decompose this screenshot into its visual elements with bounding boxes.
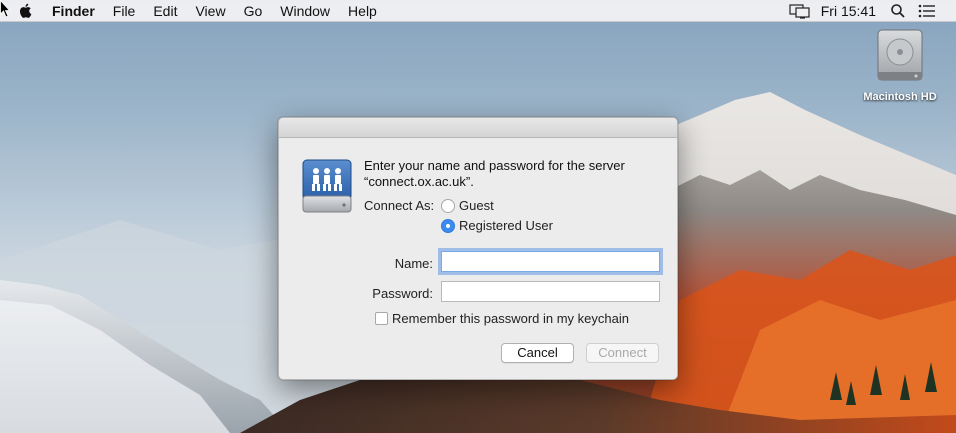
dialog-prompt: Enter your name and password for the ser… — [364, 158, 664, 190]
remember-checkbox-box[interactable] — [375, 312, 388, 325]
desktop-icon-macintosh-hd[interactable]: Macintosh HD — [860, 28, 940, 103]
notification-center-icon[interactable] — [918, 4, 936, 18]
radio-guest-label: Guest — [459, 198, 494, 213]
server-login-dialog: Enter your name and password for the ser… — [278, 117, 678, 380]
menu-go[interactable]: Go — [244, 0, 263, 22]
remember-checkbox-label: Remember this password in my keychain — [392, 311, 629, 326]
menu-view[interactable]: View — [195, 0, 225, 22]
menu-file[interactable]: File — [113, 0, 136, 22]
name-label: Name: — [394, 256, 433, 271]
menu-edit[interactable]: Edit — [153, 0, 177, 22]
shared-server-icon — [302, 159, 352, 213]
prompt-line-1: Enter your name and password for the ser… — [364, 158, 625, 173]
apple-icon[interactable] — [18, 2, 34, 19]
menu-clock[interactable]: Fri 15:41 — [821, 3, 876, 19]
menu-help[interactable]: Help — [348, 0, 377, 22]
dialog-titlebar[interactable] — [279, 118, 677, 138]
menu-window[interactable]: Window — [280, 0, 330, 22]
radio-guest-button[interactable] — [441, 198, 455, 213]
connect-button[interactable]: Connect — [586, 343, 659, 363]
radio-registered-user-button[interactable] — [441, 218, 455, 233]
radio-registered-user-label: Registered User — [459, 218, 553, 233]
name-input[interactable] — [441, 251, 660, 272]
radio-guest[interactable]: Guest — [441, 198, 494, 213]
password-input[interactable] — [441, 281, 660, 302]
desktop-icon-label: Macintosh HD — [863, 91, 937, 103]
prompt-server-name: “connect.ox.ac.uk”. — [364, 174, 474, 189]
remember-keychain-checkbox[interactable]: Remember this password in my keychain — [375, 311, 629, 326]
radio-registered-user[interactable]: Registered User — [441, 218, 553, 233]
cancel-button[interactable]: Cancel — [501, 343, 574, 363]
connect-as-label: Connect As: — [364, 198, 435, 213]
spotlight-search-icon[interactable] — [890, 3, 906, 19]
mouse-cursor-icon — [0, 0, 10, 18]
status-area: Fri 15:41 — [789, 0, 956, 22]
display-mirroring-icon[interactable] — [789, 3, 811, 19]
password-label: Password: — [372, 286, 433, 301]
menu-items: Finder File Edit View Go Window Help — [52, 0, 395, 22]
menu-finder[interactable]: Finder — [52, 0, 95, 22]
hard-drive-icon — [877, 29, 923, 81]
menu-bar: Finder File Edit View Go Window Help Fri… — [0, 0, 956, 22]
